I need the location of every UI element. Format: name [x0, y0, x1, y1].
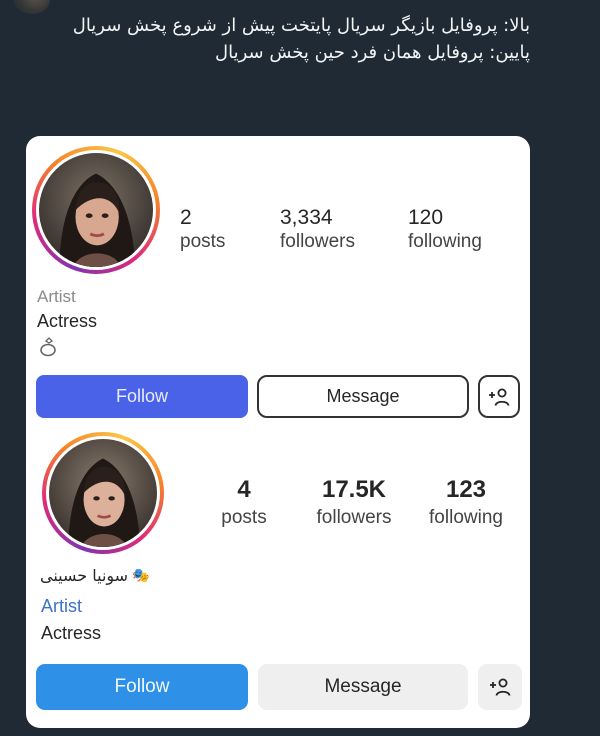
- follow-button[interactable]: Follow: [36, 375, 248, 418]
- add-user-icon: [490, 678, 511, 696]
- caption-line-2: پایین: پروفایل همان فرد حین پخش سریال: [215, 42, 530, 63]
- posts-label-after: posts: [221, 507, 267, 528]
- add-user-button[interactable]: [478, 375, 520, 418]
- message-button-label: Message: [324, 676, 402, 697]
- follow-button-label: Follow: [114, 676, 170, 697]
- posts-label: posts: [180, 231, 226, 252]
- ring-icon: [38, 336, 60, 358]
- followers-count-after: 17.5K: [321, 476, 387, 503]
- profile-avatar[interactable]: [32, 146, 160, 274]
- posts-stat[interactable]: 2 posts: [180, 206, 225, 254]
- profile-before: 2 posts 3,334 followers 120 following Ar…: [26, 136, 530, 422]
- add-user-icon: [489, 388, 510, 406]
- profile-category-after: Artist: [41, 596, 83, 616]
- profile-photo: [39, 153, 153, 267]
- follow-button[interactable]: Follow: [36, 664, 248, 710]
- following-label: following: [408, 231, 482, 252]
- following-label-after: following: [429, 507, 503, 528]
- tweet-caption: بالا: پروفایل بازیگر سریال پایتخت پیش از…: [70, 12, 530, 66]
- display-name-line: 🎭 سونیا حسینی: [40, 566, 180, 585]
- posts-count: 2: [180, 206, 192, 229]
- profile-avatar[interactable]: [42, 432, 164, 554]
- followers-label: followers: [280, 231, 355, 252]
- following-stat-after[interactable]: 123 following: [420, 476, 512, 532]
- following-count: 120: [408, 206, 444, 229]
- posts-stat-after[interactable]: 4 posts: [212, 476, 276, 532]
- followers-label-after: followers: [316, 507, 392, 528]
- message-button[interactable]: Message: [257, 375, 469, 418]
- profile-photo: [49, 439, 157, 547]
- following-stat[interactable]: 120 following: [408, 206, 482, 254]
- posts-count-after: 4: [237, 476, 251, 503]
- add-user-button[interactable]: [478, 664, 522, 710]
- followers-stat[interactable]: 3,334 followers: [280, 206, 355, 254]
- message-button[interactable]: Message: [258, 664, 468, 710]
- profile-bio-after: Actress: [41, 623, 102, 643]
- display-name: سونیا حسینی: [40, 566, 129, 585]
- profiles-comparison-image: 2 posts 3,334 followers 120 following Ar…: [26, 136, 530, 728]
- caption-line-1: بالا: پروفایل بازیگر سریال پایتخت پیش از…: [72, 15, 530, 36]
- profile-category: Artist: [37, 287, 76, 306]
- profile-bio: Actress: [37, 311, 98, 331]
- followers-count: 3,334: [280, 206, 333, 229]
- author-avatar[interactable]: [14, 0, 50, 14]
- theater-masks-icon: 🎭: [132, 567, 150, 584]
- follow-button-label: Follow: [115, 386, 168, 406]
- followers-stat-after[interactable]: 17.5K followers: [308, 476, 400, 532]
- message-button-label: Message: [326, 386, 400, 406]
- following-count-after: 123: [445, 476, 487, 503]
